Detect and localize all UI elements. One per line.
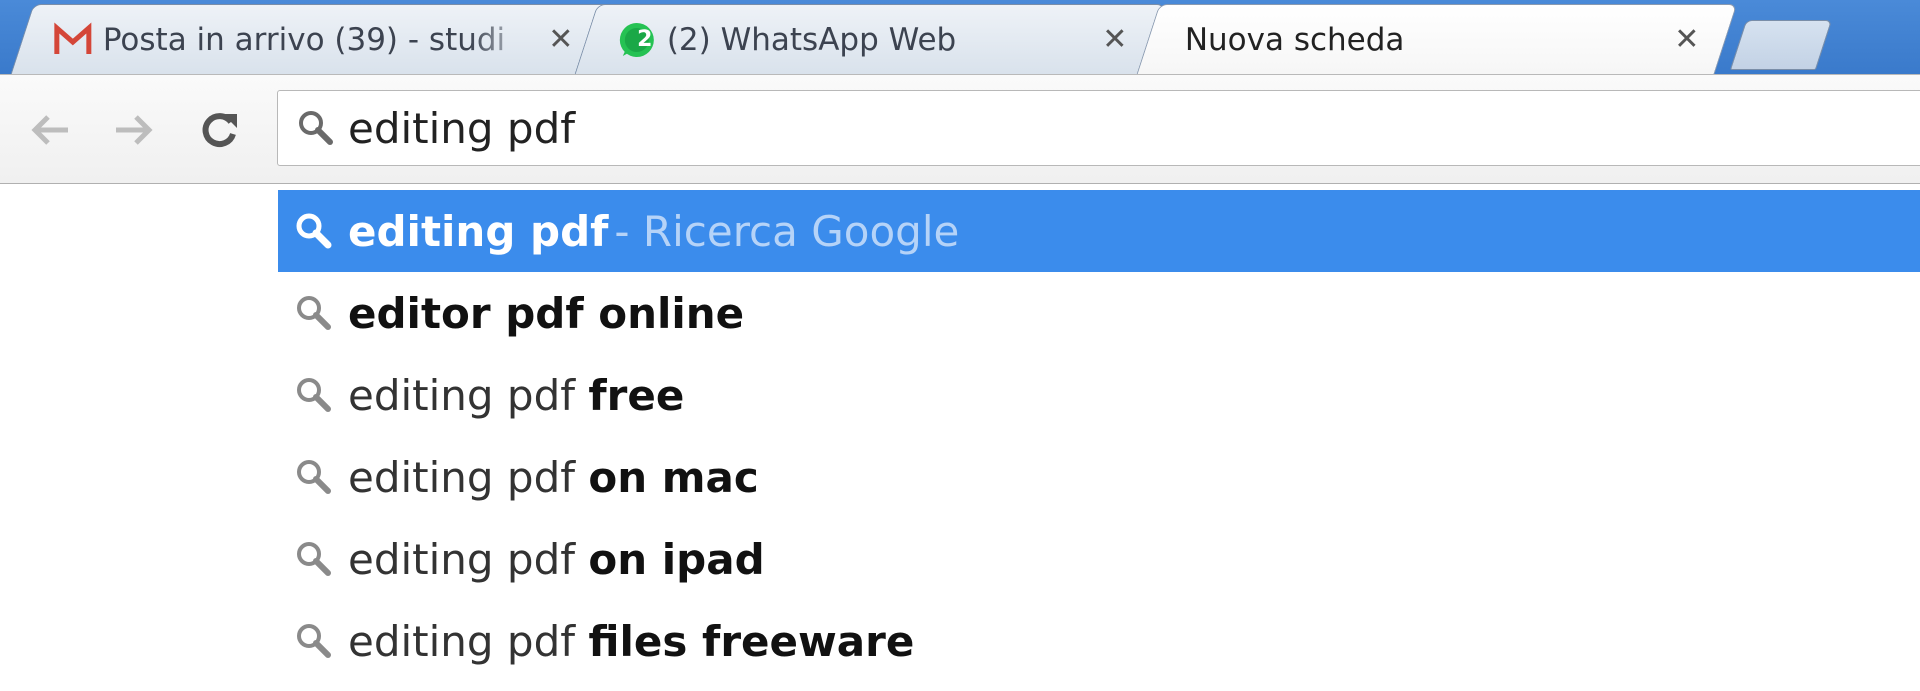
search-icon <box>297 378 331 412</box>
suggestion-text-plain: editing pdf <box>348 534 589 584</box>
suggestion-item[interactable]: editing pdf free <box>278 354 1920 436</box>
new-tab-button[interactable] <box>1729 20 1833 70</box>
arrow-left-icon <box>31 115 68 145</box>
search-icon <box>297 624 331 658</box>
omnibox[interactable] <box>277 90 1920 166</box>
tab-new-tab[interactable]: Nuova scheda ✕ <box>1136 4 1738 74</box>
search-icon <box>297 460 331 494</box>
suggestion-text-bold: on ipad <box>588 534 765 584</box>
search-icon <box>297 542 331 576</box>
arrow-right-icon <box>116 115 153 145</box>
suggestion-text-bold: files freeware <box>588 616 915 666</box>
forward-button[interactable] <box>106 103 160 157</box>
tab-title: Posta in arrivo (39) - studi <box>102 21 506 58</box>
tab-close-button[interactable]: ✕ <box>1671 22 1703 57</box>
suggestion-text-bold: editing pdf <box>348 206 609 256</box>
reload-button[interactable] <box>192 103 246 157</box>
suggestion-text-plain: editing pdf <box>348 370 589 420</box>
tab-gmail[interactable]: Posta in arrivo (39) - studi ✕ <box>10 4 612 74</box>
tab-title: (2) WhatsApp Web <box>666 21 957 58</box>
gmail-icon <box>54 21 92 54</box>
suggestion-item[interactable]: editing pdf on ipad <box>278 518 1920 600</box>
tab-title: Nuova scheda <box>1184 21 1405 58</box>
suggestion-text-bold: editor pdf online <box>348 288 745 338</box>
search-icon <box>297 296 331 330</box>
whatsapp-badge: 2 <box>637 27 653 52</box>
suggestion-item[interactable]: editing pdf on mac <box>278 436 1920 518</box>
search-icon <box>299 111 333 145</box>
suggestion-item[interactable]: editing pdf - Ricerca Google <box>278 190 1920 272</box>
tab-close-button[interactable]: ✕ <box>545 22 577 57</box>
suggestion-text-bold: on mac <box>588 452 759 502</box>
suggestion-item[interactable]: editing pdf files freeware <box>278 600 1920 682</box>
address-bar-input[interactable] <box>348 103 1748 153</box>
back-button[interactable] <box>24 103 78 157</box>
tab-whatsapp[interactable]: 2 (2) WhatsApp Web ✕ <box>574 4 1166 74</box>
reload-icon <box>202 113 237 148</box>
suggestion-text-bold: free <box>588 370 685 420</box>
suggestion-description: - Ricerca Google <box>614 206 960 256</box>
suggestion-text-plain: editing pdf <box>348 616 589 666</box>
omnibox-suggestions: editing pdf - Ricerca Google editor pdf … <box>278 190 1920 682</box>
suggestion-text-plain: editing pdf <box>348 452 589 502</box>
tab-strip: Posta in arrivo (39) - studi ✕ 2 (2) Wha… <box>0 0 1920 74</box>
browser-toolbar <box>0 74 1920 184</box>
tab-close-button[interactable]: ✕ <box>1099 22 1131 57</box>
search-icon <box>296 213 332 249</box>
suggestion-item[interactable]: editor pdf online <box>278 272 1920 354</box>
